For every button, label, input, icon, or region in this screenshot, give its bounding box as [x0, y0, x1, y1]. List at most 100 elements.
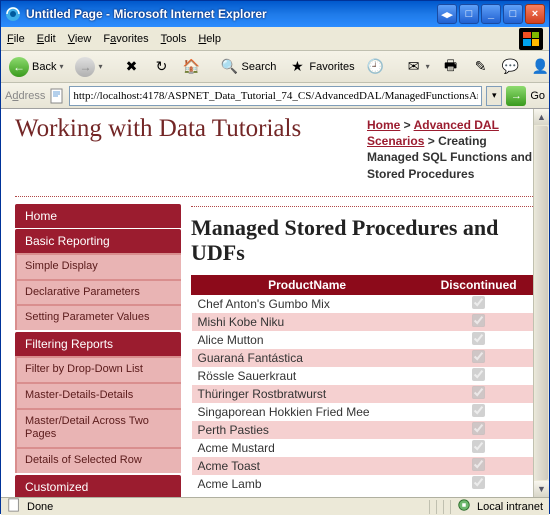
nav-filtering-reports[interactable]: Filtering Reports: [15, 332, 181, 356]
cell-discontinued: [423, 385, 535, 403]
scroll-down-button[interactable]: ▼: [534, 481, 549, 497]
table-row: Acme Toast: [192, 457, 535, 475]
zone-icon: [457, 498, 471, 515]
scroll-up-button[interactable]: ▲: [534, 109, 549, 125]
nav-setting-parameter-values[interactable]: Setting Parameter Values: [17, 306, 181, 330]
discontinued-checkbox: [472, 422, 485, 435]
cell-productname: Guaraná Fantástica: [192, 349, 423, 367]
table-row: Chef Anton's Gumbo Mix: [192, 295, 535, 314]
nav-simple-display[interactable]: Simple Display: [17, 255, 181, 279]
table-row: Acme Lamb: [192, 475, 535, 493]
scrollbar[interactable]: ▲ ▼: [533, 109, 549, 497]
winbtn-misc1[interactable]: ◂▸: [437, 4, 457, 24]
status-bar: Done Local intranet: [1, 497, 549, 515]
address-dropdown-button[interactable]: ▾: [486, 86, 502, 106]
divider: [191, 206, 535, 207]
maximize-button[interactable]: □: [503, 4, 523, 24]
main-panel: Managed Stored Procedures and UDFs Produ…: [191, 203, 535, 497]
page-icon: [49, 88, 65, 104]
scroll-thumb[interactable]: [535, 126, 548, 480]
section-title: Managed Stored Procedures and UDFs: [191, 215, 535, 266]
nav-master-details-details[interactable]: Master-Details-Details: [17, 384, 181, 408]
tool-button-1[interactable]: 💬: [498, 55, 524, 79]
breadcrumb-home-link[interactable]: Home: [367, 118, 400, 132]
menu-favorites[interactable]: Favorites: [103, 33, 148, 45]
nav-details-selected-row[interactable]: Details of Selected Row: [17, 449, 181, 473]
discontinued-checkbox: [472, 440, 485, 453]
breadcrumb: Home > Advanced DAL Scenarios > Creating…: [365, 115, 535, 192]
cell-discontinued: [423, 349, 535, 367]
menu-bar: File Edit View Favorites Tools Help: [1, 27, 549, 51]
minimize-button[interactable]: _: [481, 4, 501, 24]
cell-productname: Acme Mustard: [192, 439, 423, 457]
history-icon: 🕘: [367, 58, 385, 76]
ie-icon: [5, 6, 21, 22]
cell-productname: Chef Anton's Gumbo Mix: [192, 295, 423, 314]
search-button[interactable]: 🔍Search: [217, 55, 281, 79]
col-discontinued: Discontinued: [423, 276, 535, 295]
discontinued-checkbox: [472, 314, 485, 327]
address-bar: Address ▾ → Go: [1, 83, 549, 109]
refresh-icon: ↻: [153, 58, 171, 76]
cell-discontinued: [423, 421, 535, 439]
cell-productname: Mishi Kobe Niku: [192, 313, 423, 331]
title-bar: Untitled Page - Microsoft Internet Explo…: [1, 1, 549, 27]
window-buttons: ◂▸ □ _ □ ×: [437, 4, 545, 24]
table-row: Thüringer Rostbratwurst: [192, 385, 535, 403]
go-label: Go: [530, 90, 545, 102]
nav-customized[interactable]: Customized: [15, 475, 181, 497]
address-input[interactable]: [69, 86, 482, 106]
forward-button[interactable]: →▾: [71, 55, 106, 79]
cell-discontinued: [423, 295, 535, 314]
edit-button[interactable]: ✎: [468, 55, 494, 79]
stop-icon: ✖: [123, 58, 141, 76]
discontinued-checkbox: [472, 332, 485, 345]
mail-button[interactable]: ✉▾: [401, 55, 434, 79]
table-row: Singaporean Hokkien Fried Mee: [192, 403, 535, 421]
cell-discontinued: [423, 439, 535, 457]
winbtn-misc2[interactable]: □: [459, 4, 479, 24]
discontinued-checkbox: [472, 350, 485, 363]
tool-button-2[interactable]: 👤: [528, 55, 550, 79]
table-row: Acme Mustard: [192, 439, 535, 457]
back-button[interactable]: ←Back▾: [5, 55, 67, 79]
nav-home[interactable]: Home: [15, 204, 181, 228]
table-row: Alice Mutton: [192, 331, 535, 349]
cell-productname: Acme Lamb: [192, 475, 423, 493]
menu-tools[interactable]: Tools: [161, 33, 187, 45]
go-button[interactable]: →: [506, 86, 526, 106]
discontinued-checkbox: [472, 296, 485, 309]
menu-help[interactable]: Help: [198, 33, 221, 45]
cell-productname: Thüringer Rostbratwurst: [192, 385, 423, 403]
close-button[interactable]: ×: [525, 4, 545, 24]
address-label: Address: [5, 90, 45, 102]
cell-productname: Rössle Sauerkraut: [192, 367, 423, 385]
cell-discontinued: [423, 457, 535, 475]
cell-discontinued: [423, 475, 535, 493]
discontinued-checkbox: [472, 386, 485, 399]
discontinued-checkbox: [472, 458, 485, 471]
favorites-button[interactable]: ★Favorites: [284, 55, 358, 79]
refresh-button[interactable]: ↻: [149, 55, 175, 79]
discontinued-checkbox: [472, 476, 485, 489]
nav-filter-dropdown[interactable]: Filter by Drop-Down List: [17, 358, 181, 382]
nav-declarative-parameters[interactable]: Declarative Parameters: [17, 281, 181, 305]
menu-edit[interactable]: Edit: [37, 33, 56, 45]
nav-master-detail-two-pages[interactable]: Master/Detail Across Two Pages: [17, 410, 181, 448]
nav-basic-reporting[interactable]: Basic Reporting: [15, 229, 181, 253]
menu-file[interactable]: File: [7, 33, 25, 45]
menu-view[interactable]: View: [68, 33, 92, 45]
history-button[interactable]: 🕘: [363, 55, 389, 79]
cell-productname: Acme Toast: [192, 457, 423, 475]
divider: [15, 196, 535, 197]
table-row: Perth Pasties: [192, 421, 535, 439]
edit-icon: ✎: [472, 58, 490, 76]
home-button[interactable]: 🏠: [179, 55, 205, 79]
cell-productname: Singaporean Hokkien Fried Mee: [192, 403, 423, 421]
table-row: Rössle Sauerkraut: [192, 367, 535, 385]
stop-button[interactable]: ✖: [119, 55, 145, 79]
products-table: ProductName Discontinued Chef Anton's Gu…: [191, 275, 535, 493]
print-button[interactable]: 🖶: [438, 55, 464, 79]
messenger-icon: 👤: [532, 58, 550, 76]
discuss-icon: 💬: [502, 58, 520, 76]
